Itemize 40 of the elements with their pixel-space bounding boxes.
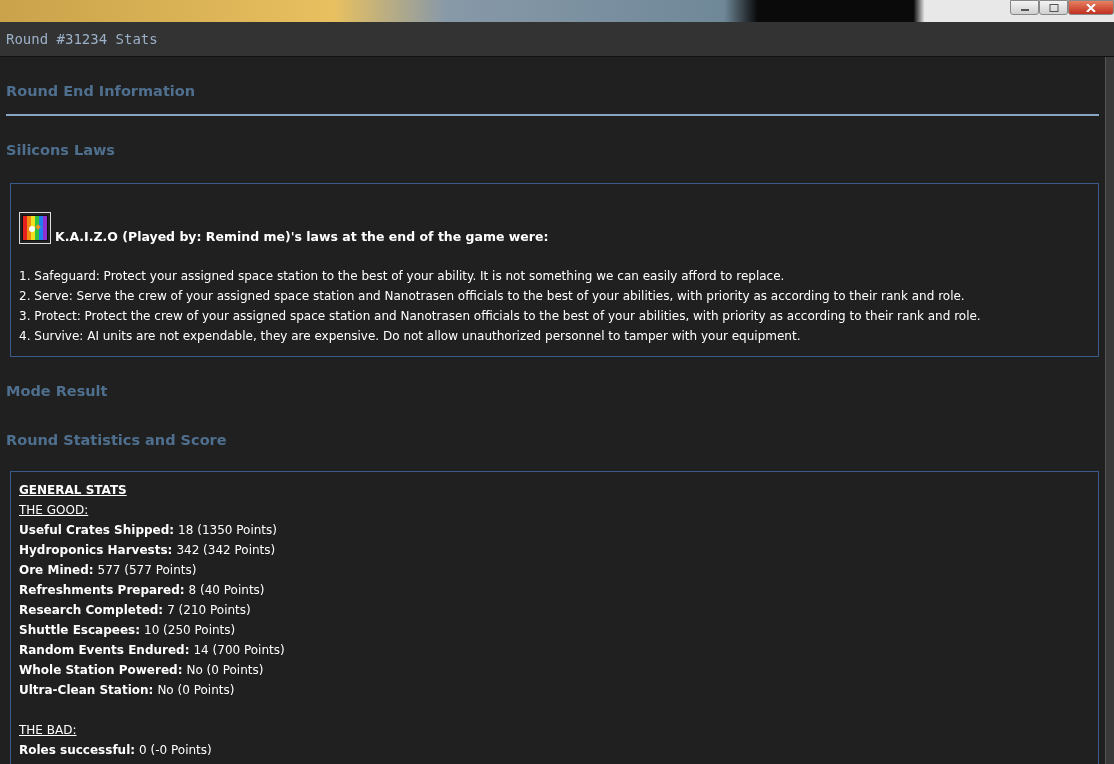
ai-laws-intro: K.A.I.Z.O (Played by: Remind me)'s laws at the end of the game were: [55,229,549,244]
law-text: 4. Survive: AI units are not expendable, they are expensive. Do not allow unauthorized personnel to tamper with your equipment. [19,328,802,345]
stat-label: Whole Station Powered: [19,663,183,677]
stat-label: Roles successful: [19,743,136,757]
stat-label: Useful Crates Shipped: [19,523,175,537]
stat-value: 14 (700 Points) [193,643,285,657]
stat-label: Hydroponics Harvests: [19,543,173,557]
stat-value: 8 (40 Points) [188,583,265,597]
law-text: 3. Protect: Protect the crew of your assigned space station and Nanotrasen officials to the best of your abilities, with priority as according to their rank and role. [19,308,982,325]
law-text: 1. Safeguard: Protect your assigned space station to the best of your ability. It is not something we can easily afford to replace. [19,268,786,285]
stat-value: 0 (-0 Points) [139,743,212,757]
close-icon [1086,3,1096,12]
section-heading: Mode Result [6,382,109,401]
stat-value: No (0 Points) [186,663,264,677]
stat-label: Ultra-Clean Station: [19,683,154,697]
section-heading: Round Statistics and Score [6,431,228,450]
section-heading: Silicons Laws [6,141,116,160]
stat-value: 577 (577 Points) [97,563,197,577]
stats-title: GENERAL STATS [19,482,128,499]
stat-value: 10 (250 Points) [144,623,236,637]
window-title: Round #31234 Stats [6,31,158,47]
stat-label: Shuttle Escapees: [19,623,140,637]
stat-label: Research Completed: [19,603,164,617]
stat-value: No (0 Points) [157,683,235,697]
law-text: 2. Serve: Serve the crew of your assigned space station and Nanotrasen officials to the best of your abilities, with priority as according to their rank and role. [19,288,966,305]
stat-value: 7 (210 Points) [167,603,251,617]
stat-label: Random Events Endured: [19,643,190,657]
group-heading: THE GOOD: [19,502,90,519]
maximize-icon [1048,3,1059,12]
minimize-button[interactable] [1010,0,1039,15]
stat-label: Refreshments Prepared: [19,583,185,597]
section-heading: Round End Information [6,82,197,101]
group-heading: THE BAD: [19,722,78,739]
striped-square-icon [19,212,51,244]
close-button[interactable] [1068,0,1114,15]
scrollbar[interactable] [1105,57,1114,764]
stat-value: 18 (1350 Points) [178,523,277,537]
stat-value: 342 (342 Points) [176,543,276,557]
maximize-button[interactable] [1039,0,1068,15]
stat-label: Ore Mined: [19,563,94,577]
